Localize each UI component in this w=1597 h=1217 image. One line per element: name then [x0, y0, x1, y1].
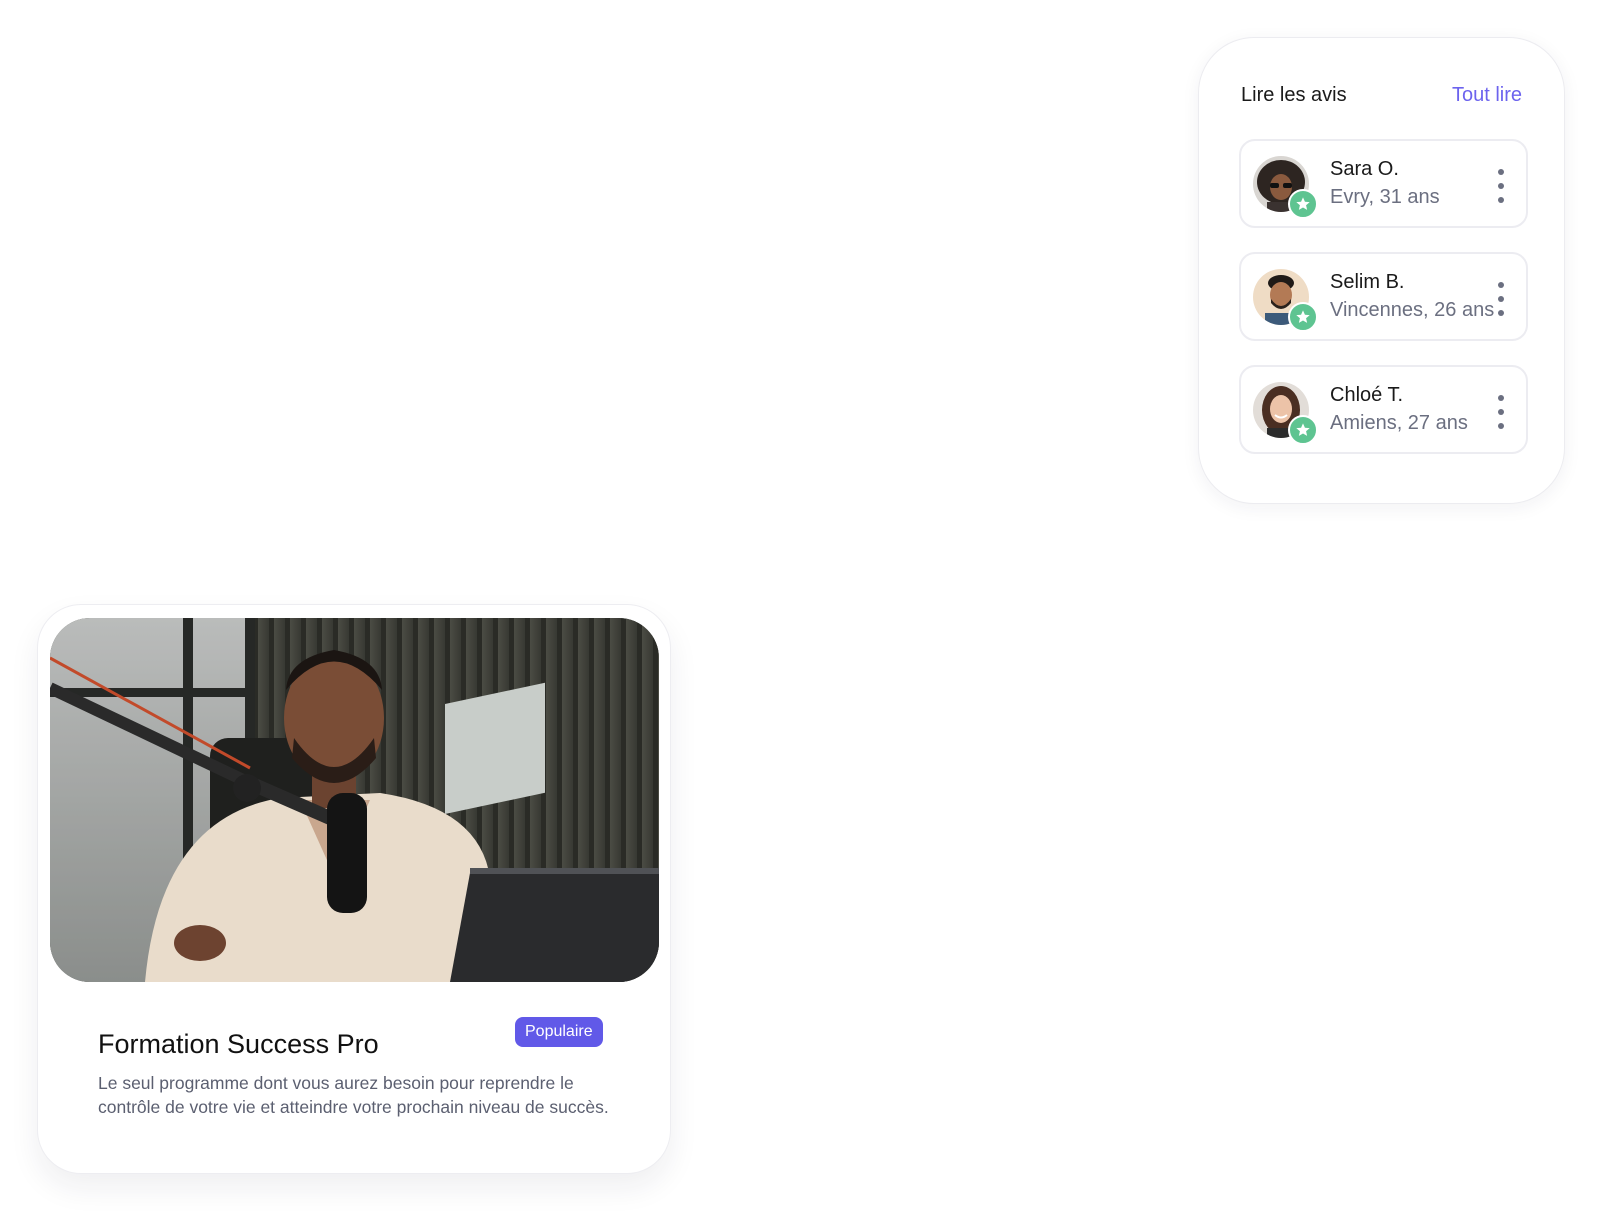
review-item-chloe[interactable]: Chloé T. Amiens, 27 ans — [1239, 365, 1528, 454]
course-title: Formation Success Pro — [98, 1029, 379, 1059]
course-image — [50, 618, 659, 982]
review-item-selim[interactable]: Selim B. Vincennes, 26 ans — [1239, 252, 1528, 341]
review-list: Sara O. Evry, 31 ans Selim B. Vincennes,… — [1239, 139, 1528, 478]
popular-badge: Populaire — [515, 1017, 603, 1047]
course-description: Le seul programme dont vous aurez besoin… — [98, 1073, 609, 1117]
reviewer-name: Chloé T. — [1330, 384, 1404, 406]
read-all-link[interactable]: Tout lire — [1452, 84, 1522, 107]
reviews-card: Lire les avis Tout lire Sara O. Evry, 31… — [1198, 37, 1565, 504]
reviews-header: Lire les avis Tout lire — [1241, 84, 1522, 107]
more-vertical-icon[interactable] — [1494, 282, 1508, 316]
reviewer-location-age: Vincennes, 26 ans — [1330, 299, 1495, 321]
star-icon — [1288, 302, 1318, 332]
more-vertical-icon[interactable] — [1494, 395, 1508, 429]
reviewer-name: Selim B. — [1330, 271, 1405, 293]
reviews-title: Lire les avis — [1241, 84, 1347, 106]
course-card[interactable]: Formation Success Pro Populaire Le seul … — [37, 604, 671, 1174]
star-icon — [1288, 189, 1318, 219]
review-item-sara[interactable]: Sara O. Evry, 31 ans — [1239, 139, 1528, 228]
reviewer-location-age: Amiens, 27 ans — [1330, 412, 1468, 434]
reviewer-location-age: Evry, 31 ans — [1330, 186, 1440, 208]
reviewer-name: Sara O. — [1330, 158, 1399, 180]
more-vertical-icon[interactable] — [1494, 169, 1508, 203]
star-icon — [1288, 415, 1318, 445]
